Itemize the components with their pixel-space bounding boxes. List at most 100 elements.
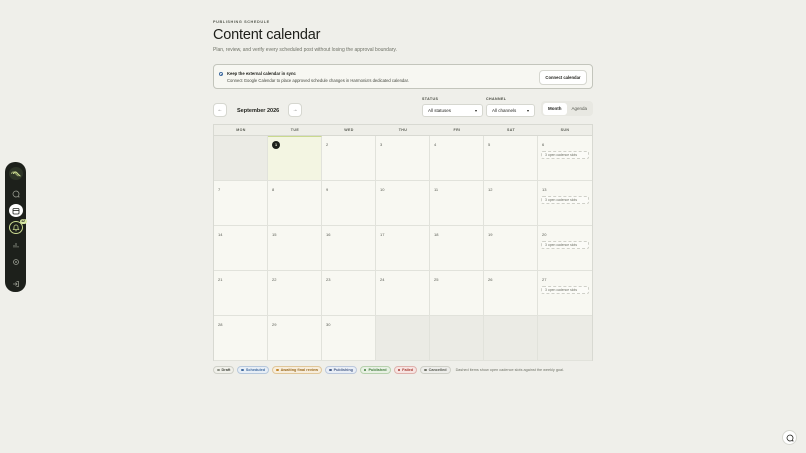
page-eyebrow: PUBLISHING SCHEDULE [213,20,270,24]
day-number: 8 [272,187,275,192]
view-toggle: Month Agenda [541,101,593,116]
calendar-day[interactable]: 22 [268,271,322,316]
cadence-slot[interactable]: 3 open cadence slots [541,196,589,204]
calendar-sync-card: Keep the external calendar in sync Conne… [213,64,593,89]
main-content: PUBLISHING SCHEDULE Content calendar Pla… [213,0,593,374]
calendar-day[interactable]: 23 [322,271,376,316]
month-calendar: MON TUE WED THU FRI SAT SUN 1 2 3 4 5 6 3… [213,124,593,361]
channel-filter-select[interactable]: All channels ▾ [486,104,535,117]
weekday-label: MON [236,128,246,132]
today-marker: 1 [272,141,280,149]
calendar-nav-icon[interactable] [8,204,23,218]
cadence-slot[interactable]: 3 open cadence slots [541,241,589,249]
connect-calendar-button[interactable]: Connect calendar [539,70,587,85]
sync-description: Connect Google Calendar to place approve… [227,78,409,83]
calendar-day[interactable]: 5 [484,136,538,181]
day-number: 14 [218,232,223,237]
chat-bubble-icon [786,434,794,442]
weekday-label: SAT [506,128,516,132]
calendar-day[interactable]: 27 3 open cadence slots [538,271,592,316]
next-month-button[interactable]: → [288,103,302,117]
calendar-day[interactable]: 7 [214,181,268,226]
help-chat-button[interactable] [782,430,797,445]
legend-published: Published [359,366,391,374]
calendar-day[interactable]: 10 [376,181,430,226]
calendar-day[interactable]: 28 [214,316,268,361]
calendar-day-empty [376,316,430,361]
day-number: 13 [542,187,547,192]
day-number: 19 [488,232,493,237]
day-number: 27 [542,277,547,282]
logo-icon[interactable] [8,167,23,181]
prev-month-button[interactable]: ← [213,103,227,117]
chevron-down-icon: ▾ [474,108,477,113]
day-number: 30 [326,322,331,327]
settings-nav-icon[interactable] [9,255,23,268]
calendar-day[interactable]: 19 [484,226,538,271]
cadence-slot[interactable]: 3 open cadence slots [541,151,589,159]
calendar-day[interactable]: 12 [484,181,538,226]
calendar-day-empty [214,136,268,181]
calendar-day[interactable]: 2 [322,136,376,181]
legend-awaiting-review: Awaiting final review [272,366,323,374]
sync-title: Keep the external calendar in sync [227,71,296,76]
calendar-grid: 1 2 3 4 5 6 3 open cadence slots 7 8 9 10… [214,136,592,361]
calendar-day[interactable]: 24 [376,271,430,316]
approvals-nav-icon[interactable]: 12 [8,219,27,235]
calendar-day-empty [430,316,484,361]
chat-nav-icon[interactable] [9,187,23,200]
cadence-slot[interactable]: 3 open cadence slots [541,286,589,294]
day-number: 10 [380,187,385,192]
sidebar: 12 [5,162,27,292]
calendar-day[interactable]: 26 [484,271,538,316]
page-title: Content calendar [213,27,321,43]
day-number: 23 [326,277,331,282]
calendar-day-empty [484,316,538,361]
view-month-button[interactable]: Month [542,102,567,115]
legend-publishing: Publishing [325,366,357,374]
day-number: 4 [434,142,437,147]
calendar-day[interactable]: 8 [268,181,322,226]
day-number: 22 [272,277,277,282]
calendar-day[interactable]: 25 [430,271,484,316]
channel-filter-label: CHANNEL [486,97,507,101]
sign-out-icon[interactable] [9,278,23,291]
calendar-day[interactable]: 21 [214,271,268,316]
day-number: 17 [380,232,385,237]
day-number: 15 [272,232,277,237]
calendar-day[interactable]: 13 3 open cadence slots [538,181,592,226]
legend-note: Dashed items show open cadence slots aga… [455,368,565,372]
calendar-day[interactable]: 11 [430,181,484,226]
calendar-day[interactable]: 3 [376,136,430,181]
weekday-label: SUN [560,128,570,132]
day-number: 6 [542,142,545,147]
analytics-nav-icon[interactable] [9,238,23,251]
day-number: 20 [542,232,547,237]
day-number: 28 [218,322,223,327]
calendar-day[interactable]: 16 [322,226,376,271]
calendar-day[interactable]: 4 [430,136,484,181]
weekday-header: MON TUE WED THU FRI SAT SUN [214,125,592,136]
weekday-label: WED [344,128,354,132]
day-number: 26 [488,277,493,282]
calendar-day[interactable]: 29 [268,316,322,361]
status-filter-select[interactable]: All statuses ▾ [422,104,483,117]
weekday-label: TUE [290,128,300,132]
legend-failed: Failed [393,366,418,374]
day-number: 24 [380,277,385,282]
current-month-label: September 2026 [237,108,280,114]
calendar-day[interactable]: 17 [376,226,430,271]
calendar-day[interactable]: 18 [430,226,484,271]
calendar-day[interactable]: 15 [268,226,322,271]
day-number: 11 [434,187,439,192]
calendar-day[interactable]: 20 3 open cadence slots [538,226,592,271]
day-number: 2 [326,142,329,147]
calendar-day[interactable]: 9 [322,181,376,226]
view-agenda-button[interactable]: Agenda [567,103,592,115]
calendar-day-today[interactable]: 1 [268,136,322,181]
calendar-day[interactable]: 14 [214,226,268,271]
calendar-day[interactable]: 30 [322,316,376,361]
calendar-day[interactable]: 6 3 open cadence slots [538,136,592,181]
day-number: 3 [380,142,383,147]
sync-status-icon [219,72,223,76]
